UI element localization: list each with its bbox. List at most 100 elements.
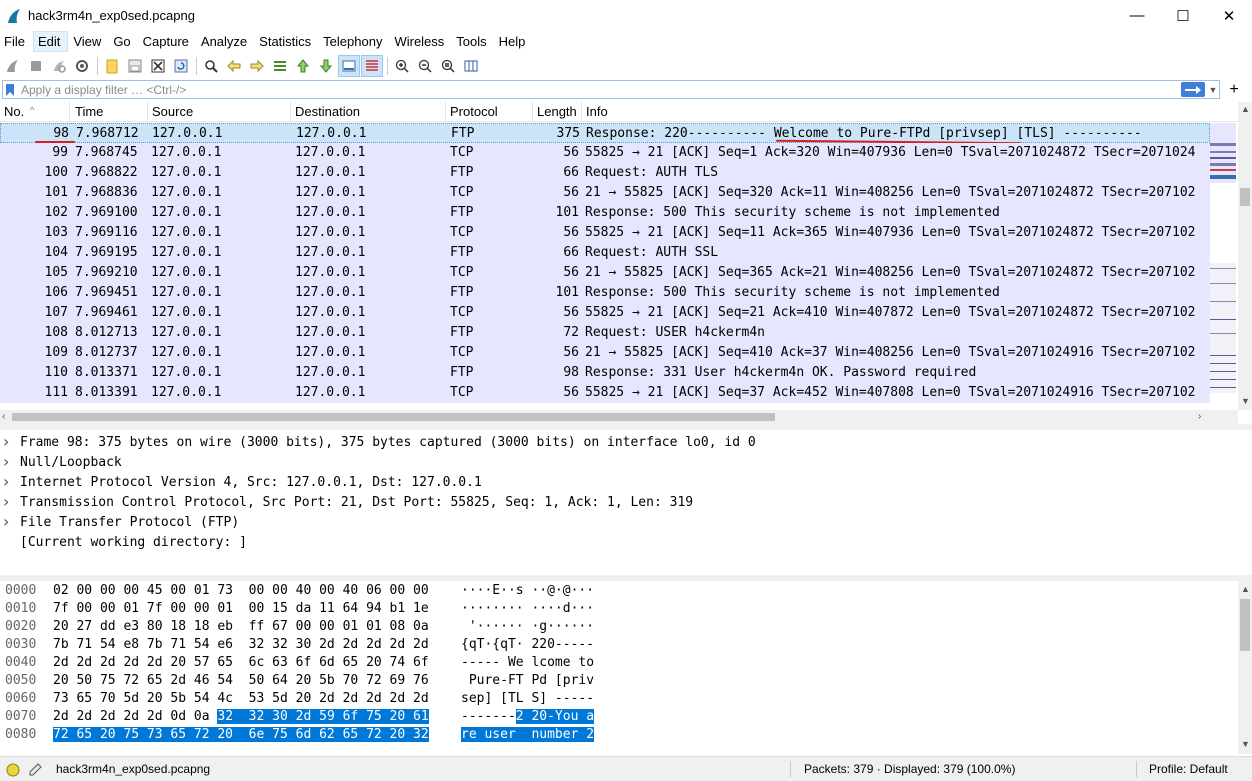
display-filter-input[interactable] [17, 82, 1181, 97]
ascii-bytes[interactable]: ········ ····d··· [461, 600, 594, 618]
packet-row[interactable]: 98 7.968712 127.0.0.1 127.0.0.1 FTP 375 Respon… [0, 123, 1210, 145]
menu-edit[interactable]: Edit [32, 31, 69, 52]
packet-row[interactable]: 100 7.968822 127.0.0.1 127.0.0.1 FTP 66 Reques… [0, 163, 1210, 183]
menu-file[interactable]: File [0, 32, 32, 51]
column-source[interactable]: Source [148, 102, 291, 122]
detail-tree-item[interactable]: › Frame 98: 375 bytes on wire (3000 bits)… [0, 432, 1238, 453]
scroll-up-icon[interactable]: ▲ [1241, 104, 1250, 114]
menu-telephony[interactable]: Telephony [319, 32, 389, 51]
maximize-button[interactable]: ☐ [1160, 0, 1206, 31]
add-filter-button[interactable]: + [1224, 79, 1244, 100]
ascii-bytes[interactable]: ----- We lcome to [461, 654, 594, 672]
chevron-right-icon[interactable]: › [3, 452, 9, 472]
column-no[interactable]: ^ No. [0, 102, 70, 122]
detail-tree-item[interactable]: › File Transfer Protocol (FTP) [0, 512, 1238, 533]
apply-filter-arrow-icon[interactable] [1181, 82, 1205, 97]
hex-bytes[interactable]: 2d 2d 2d 2d 2d 20 57 65 6c 63 6f 6d 65 2… [53, 654, 429, 672]
close-file-icon[interactable] [147, 55, 169, 77]
go-back-icon[interactable] [223, 55, 245, 77]
hex-bytes[interactable]: 20 27 dd e3 80 18 18 eb ff 67 00 00 01 0… [53, 618, 429, 636]
start-capture-fin-icon[interactable] [2, 55, 24, 77]
chevron-right-icon[interactable]: › [3, 432, 9, 452]
bytes-scroll-thumb[interactable] [1240, 599, 1250, 651]
hex-bytes[interactable]: 73 65 70 5d 20 5b 54 4c 53 5d 20 2d 2d 2… [53, 690, 429, 708]
scroll-right-icon[interactable]: › [1198, 411, 1201, 422]
ascii-bytes[interactable]: {qT·{qT· 220----- [461, 636, 594, 654]
zoom-in-icon[interactable] [391, 55, 413, 77]
detail-tree-item[interactable]: › Null/Loopback [0, 452, 1238, 473]
column-time[interactable]: Time [71, 102, 148, 122]
column-info[interactable]: Info [582, 102, 1238, 122]
pane-splitter[interactable] [0, 424, 1252, 430]
go-forward-icon[interactable] [246, 55, 268, 77]
hex-bytes[interactable]: 7b 71 54 e8 7b 71 54 e6 32 32 30 2d 2d 2… [53, 636, 429, 654]
packet-minimap[interactable] [1210, 123, 1238, 411]
restart-capture-icon[interactable] [48, 55, 70, 77]
capture-options-gear-icon[interactable] [71, 55, 93, 77]
scroll-left-icon[interactable]: ‹ [2, 411, 5, 422]
menu-help[interactable]: Help [495, 32, 533, 51]
packet-row[interactable]: 109 8.012737 127.0.0.1 127.0.0.1 TCP 56 21 → 5… [0, 343, 1210, 363]
packet-row[interactable]: 110 8.013371 127.0.0.1 127.0.0.1 FTP 98 Respon… [0, 363, 1210, 383]
packet-list-hscrollbar[interactable]: ‹ › [0, 410, 1238, 424]
hex-bytes[interactable]: 02 00 00 00 45 00 01 73 00 00 40 00 40 0… [53, 582, 429, 600]
column-protocol[interactable]: Protocol [446, 102, 533, 122]
scroll-up-icon[interactable]: ▲ [1241, 584, 1250, 594]
go-to-packet-icon[interactable] [269, 55, 291, 77]
bookmark-icon[interactable] [3, 81, 17, 98]
packet-row[interactable]: 99 7.968745 127.0.0.1 127.0.0.1 TCP 56 55825 →… [0, 143, 1210, 163]
autoscroll-icon[interactable] [338, 55, 360, 77]
packet-list-vscrollbar[interactable]: ▲ ▼ [1238, 102, 1252, 410]
hscroll-thumb[interactable] [12, 413, 775, 421]
ascii-bytes[interactable]: sep] [TL S] ----- [461, 690, 594, 708]
ascii-bytes[interactable]: '······ ·g······ [461, 618, 594, 636]
detail-tree-item[interactable]: [Current working directory: ] [0, 533, 1238, 553]
ascii-bytes[interactable]: re user number 2 [461, 726, 595, 744]
menu-view[interactable]: View [69, 32, 108, 51]
stop-capture-icon[interactable] [25, 55, 47, 77]
detail-tree-item[interactable]: › Internet Protocol Version 4, Src: 127.0… [0, 472, 1238, 493]
zoom-out-icon[interactable] [414, 55, 436, 77]
chevron-right-icon[interactable]: › [3, 472, 9, 492]
vscroll-thumb[interactable] [1240, 188, 1250, 206]
ascii-bytes[interactable]: Pure-FT Pd [priv [461, 672, 594, 690]
ascii-bytes[interactable]: ····E··s ··@·@··· [461, 582, 594, 600]
normal-size-icon[interactable] [437, 55, 459, 77]
go-last-packet-icon[interactable] [315, 55, 337, 77]
menu-capture[interactable]: Capture [139, 32, 196, 51]
menu-tools[interactable]: Tools [452, 32, 493, 51]
find-packet-icon[interactable] [200, 55, 222, 77]
column-length[interactable]: Length [533, 102, 582, 122]
ascii-bytes[interactable]: -------2 20-You a [461, 708, 595, 726]
capture-comment-icon[interactable] [28, 760, 44, 778]
chevron-down-icon[interactable]: ▼ [1207, 82, 1219, 97]
open-file-icon[interactable] [101, 55, 123, 77]
packet-row[interactable]: 108 8.012713 127.0.0.1 127.0.0.1 FTP 72 Reques… [0, 323, 1210, 343]
hex-bytes[interactable]: 2d 2d 2d 2d 2d 0d 0a 32 32 30 2d 59 6f 7… [53, 708, 429, 726]
column-destination[interactable]: Destination [291, 102, 446, 122]
hex-bytes[interactable]: 7f 00 00 01 7f 00 00 01 00 15 da 11 64 9… [53, 600, 429, 618]
detail-tree-item[interactable]: › Transmission Control Protocol, Src Port… [0, 492, 1238, 513]
expert-info-icon[interactable] [6, 761, 20, 777]
chevron-right-icon[interactable]: › [3, 512, 9, 532]
minimize-button[interactable]: — [1114, 0, 1160, 31]
packet-row[interactable]: 107 7.969461 127.0.0.1 127.0.0.1 TCP 56 55825 … [0, 303, 1210, 323]
packet-row[interactable]: 105 7.969210 127.0.0.1 127.0.0.1 TCP 56 21 → 5… [0, 263, 1210, 283]
status-profile[interactable]: Profile: Default [1149, 757, 1228, 781]
save-file-icon[interactable] [124, 55, 146, 77]
packet-row[interactable]: 102 7.969100 127.0.0.1 127.0.0.1 FTP 101 Respo… [0, 203, 1210, 223]
menu-go[interactable]: Go [109, 32, 137, 51]
menu-analyze[interactable]: Analyze [197, 32, 254, 51]
scroll-down-icon[interactable]: ▼ [1241, 739, 1250, 749]
scroll-down-icon[interactable]: ▼ [1241, 396, 1250, 406]
hex-bytes[interactable]: 20 50 75 72 65 2d 46 54 50 64 20 5b 70 7… [53, 672, 429, 690]
packet-row[interactable]: 106 7.969451 127.0.0.1 127.0.0.1 FTP 101 Respo… [0, 283, 1210, 303]
menu-statistics[interactable]: Statistics [255, 32, 318, 51]
colorize-icon[interactable] [361, 55, 383, 77]
reload-file-icon[interactable] [170, 55, 192, 77]
packet-row[interactable]: 103 7.969116 127.0.0.1 127.0.0.1 TCP 56 55825 … [0, 223, 1210, 243]
packet-row[interactable]: 101 7.968836 127.0.0.1 127.0.0.1 TCP 56 21 → 5… [0, 183, 1210, 203]
close-button[interactable]: ✕ [1206, 0, 1252, 31]
hex-bytes[interactable]: 72 65 20 75 73 65 72 20 6e 75 6d 62 65 7… [53, 726, 429, 744]
packet-row[interactable]: 104 7.969195 127.0.0.1 127.0.0.1 FTP 66 Reques… [0, 243, 1210, 263]
